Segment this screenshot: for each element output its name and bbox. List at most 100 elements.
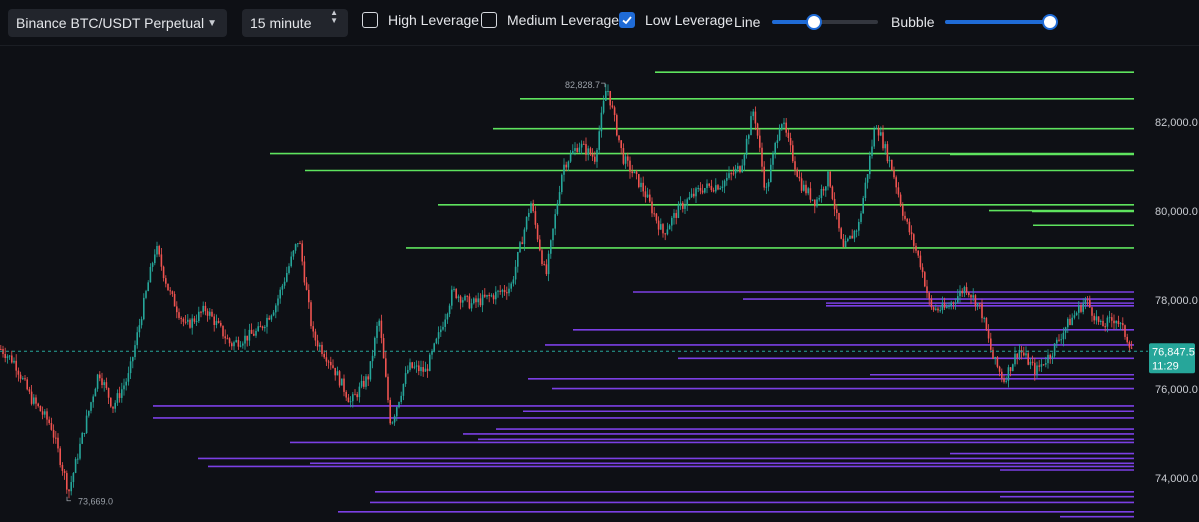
candle-body bbox=[356, 394, 358, 398]
candle-body bbox=[666, 229, 669, 235]
candle-body bbox=[987, 330, 990, 339]
candle-body bbox=[752, 111, 754, 117]
candle-body bbox=[618, 135, 620, 141]
candle-body bbox=[591, 154, 594, 157]
candle-body bbox=[327, 361, 330, 363]
bubble-slider-label: Bubble bbox=[891, 14, 935, 30]
candle-body bbox=[814, 199, 816, 207]
candle-body bbox=[679, 202, 682, 205]
candle-body bbox=[268, 317, 270, 320]
candle-body bbox=[83, 432, 86, 434]
candle-body bbox=[259, 326, 262, 328]
candle-body bbox=[1014, 353, 1016, 365]
candle-body bbox=[827, 171, 829, 187]
medium-leverage-checkbox[interactable]: Medium Leverage bbox=[481, 12, 619, 28]
candle-body bbox=[818, 198, 820, 200]
high-leverage-box[interactable] bbox=[362, 12, 378, 28]
candle-body bbox=[1029, 361, 1032, 365]
candle-body bbox=[1003, 378, 1005, 382]
candle-body bbox=[915, 245, 917, 251]
candle-body bbox=[1102, 320, 1104, 327]
candle-body bbox=[41, 411, 44, 415]
candle-body bbox=[180, 317, 182, 319]
candle-body bbox=[1122, 323, 1124, 326]
candle-body bbox=[567, 161, 570, 168]
medium-leverage-box[interactable] bbox=[481, 12, 497, 28]
candle-body bbox=[28, 389, 31, 392]
candle-body bbox=[182, 318, 185, 322]
candle-body bbox=[189, 319, 191, 328]
candle-body bbox=[690, 193, 693, 198]
bubble-slider-thumb[interactable] bbox=[1042, 14, 1058, 30]
candle-body bbox=[1091, 307, 1093, 316]
line-slider-thumb[interactable] bbox=[806, 14, 822, 30]
candle-body bbox=[235, 340, 237, 343]
candle-body bbox=[24, 378, 26, 380]
candle-body bbox=[1001, 371, 1003, 379]
candle-body bbox=[882, 132, 884, 149]
candle-body bbox=[849, 235, 851, 239]
candle-body bbox=[941, 303, 944, 311]
candle-body bbox=[807, 188, 809, 194]
candle-body bbox=[244, 335, 246, 344]
candle-body bbox=[657, 220, 660, 230]
candle-body bbox=[778, 128, 781, 141]
candle-body bbox=[11, 355, 13, 363]
candle-body bbox=[743, 155, 746, 166]
candle-body bbox=[231, 343, 233, 347]
candle-body bbox=[1007, 367, 1010, 381]
candle-body bbox=[809, 188, 812, 200]
candle-body bbox=[976, 303, 979, 307]
candle-body bbox=[462, 300, 464, 303]
candle-body bbox=[770, 164, 772, 182]
candle-body bbox=[1078, 305, 1080, 313]
candle-body bbox=[352, 394, 354, 402]
line-slider[interactable] bbox=[772, 14, 878, 30]
candle-body bbox=[200, 311, 202, 313]
candle-body bbox=[369, 361, 372, 380]
candle-body bbox=[886, 144, 889, 162]
candle-body bbox=[627, 156, 629, 161]
candle-body bbox=[90, 402, 92, 411]
candle-body bbox=[655, 213, 658, 221]
high-marker-arrow bbox=[601, 82, 606, 88]
candle-body bbox=[332, 365, 334, 368]
candle-body bbox=[855, 230, 858, 232]
candle-body bbox=[1031, 361, 1034, 363]
candle-body bbox=[162, 266, 165, 279]
candle-body bbox=[697, 188, 699, 190]
high-leverage-checkbox[interactable]: High Leverage bbox=[362, 12, 479, 28]
candle-body bbox=[446, 314, 449, 320]
candle-body bbox=[305, 282, 308, 290]
candle-body bbox=[1126, 336, 1128, 343]
candle-body bbox=[314, 331, 317, 341]
current-price-tag: 76,847.5 11:29 bbox=[1149, 343, 1195, 374]
candle-body bbox=[580, 143, 583, 148]
candle-body bbox=[536, 224, 539, 240]
candle-body bbox=[129, 361, 132, 374]
candle-body bbox=[145, 291, 147, 298]
candle-body bbox=[629, 160, 631, 172]
candle-body bbox=[1042, 364, 1045, 366]
price-chart[interactable]: 74,000.0 76,000.0 78,000.0 80,000.0 82,000.0… bbox=[0, 46, 1199, 522]
candle-body bbox=[481, 294, 484, 306]
candle-body bbox=[891, 159, 893, 171]
candle-body bbox=[1012, 364, 1014, 372]
candle-body bbox=[33, 397, 35, 404]
low-leverage-box[interactable] bbox=[619, 12, 635, 28]
bubble-slider[interactable] bbox=[945, 14, 1058, 30]
candle-body bbox=[664, 233, 666, 235]
candle-body bbox=[521, 242, 523, 245]
candle-body bbox=[255, 330, 257, 336]
candle-body bbox=[486, 294, 488, 297]
interval-select[interactable]: 15 minute ▲ ▼ bbox=[242, 9, 348, 37]
symbol-select[interactable]: Binance BTC/USDT Perpetual ▼ bbox=[8, 9, 227, 37]
candle-body bbox=[620, 140, 622, 149]
candle-body bbox=[1113, 320, 1115, 324]
low-leverage-checkbox[interactable]: Low Leverage bbox=[619, 12, 733, 28]
candle-body bbox=[283, 281, 286, 286]
candle-body bbox=[198, 311, 200, 322]
candle-body bbox=[708, 183, 710, 186]
candle-body bbox=[668, 225, 671, 230]
candle-body bbox=[530, 203, 532, 213]
